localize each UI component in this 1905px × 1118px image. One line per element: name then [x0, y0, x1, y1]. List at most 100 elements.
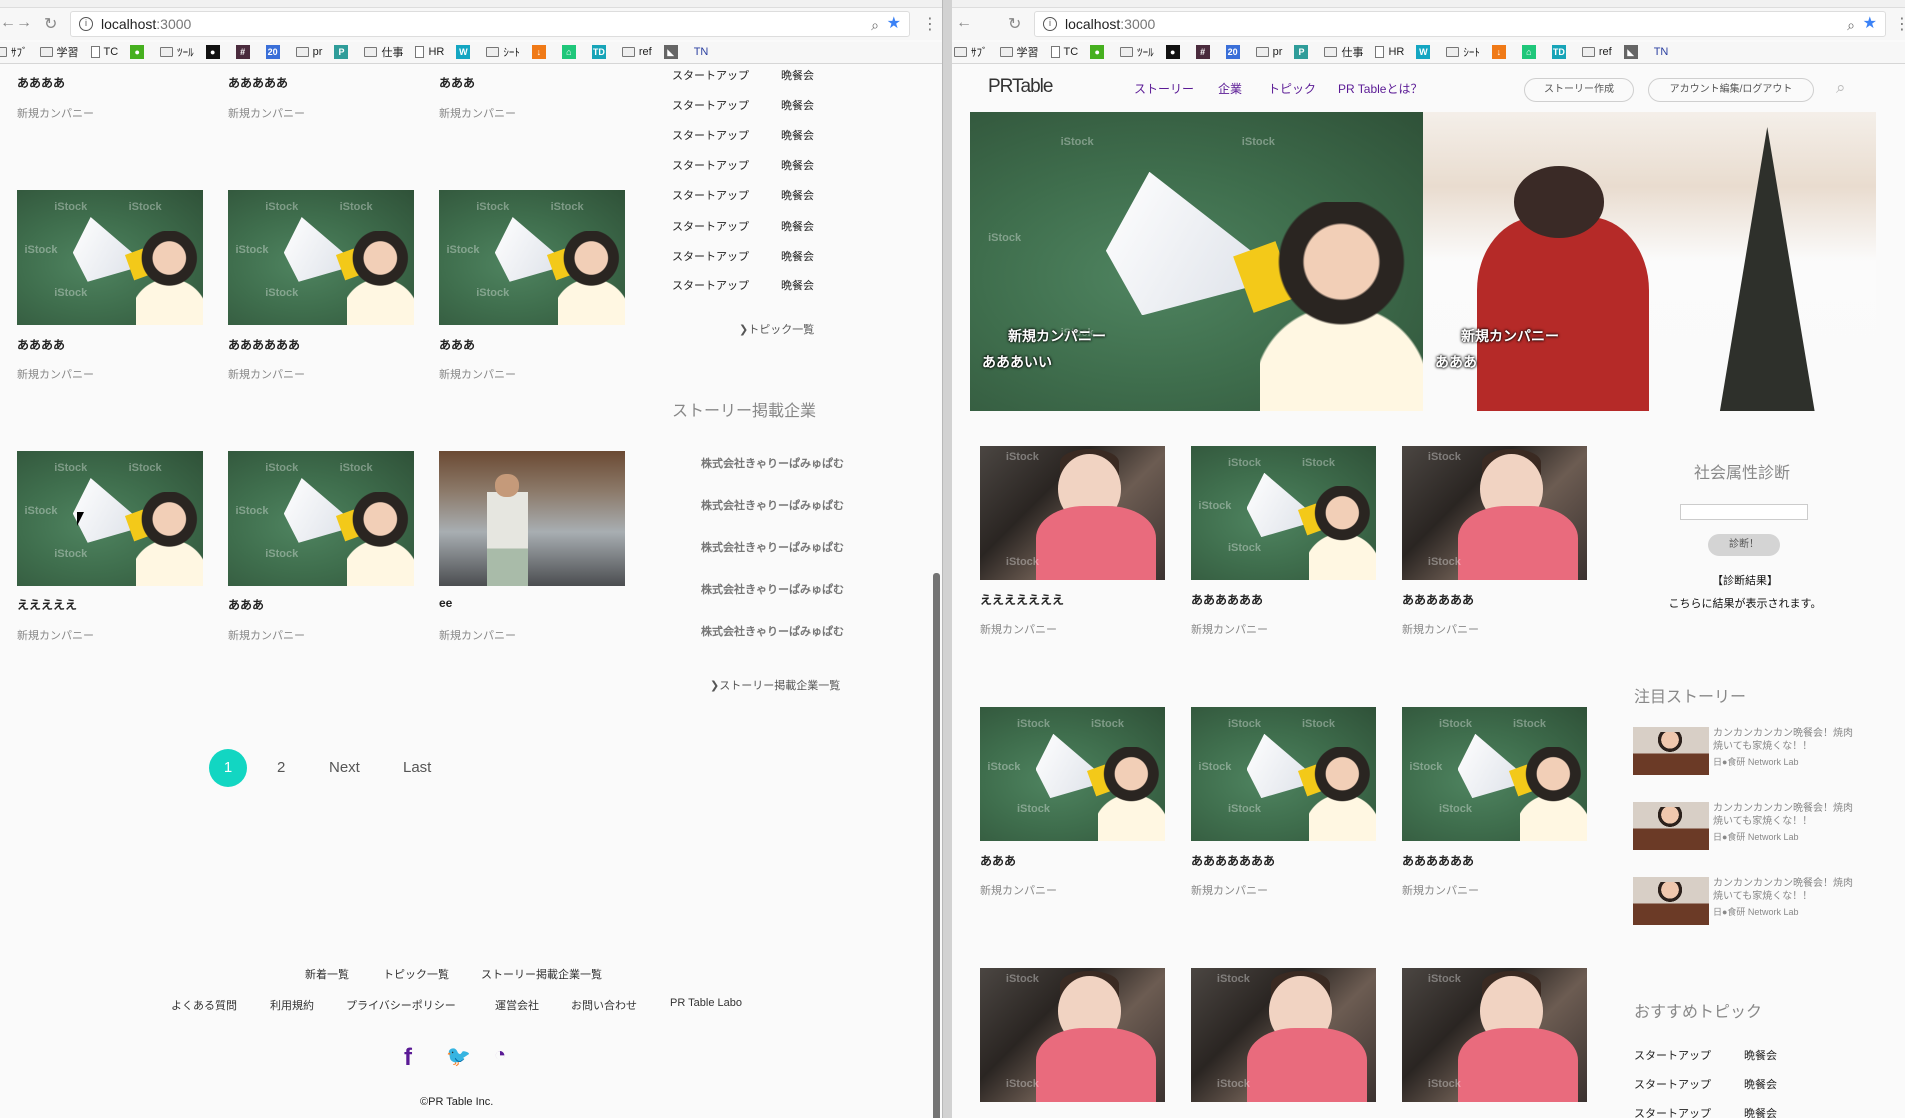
menu-icon[interactable]: ⋮ — [1894, 14, 1905, 34]
story-company[interactable]: 新規カンパニー — [980, 621, 1057, 637]
footer-link[interactable]: トピック一覧 — [383, 966, 449, 982]
story-card-image[interactable]: iStock iStock — [980, 968, 1165, 1102]
topic-tag[interactable]: 晩餐会 — [1744, 1076, 1777, 1092]
topic-tag[interactable]: 晩餐会 — [781, 67, 814, 83]
nav-topics[interactable]: トピック — [1268, 80, 1316, 97]
topic-tag[interactable]: 晩餐会 — [1744, 1047, 1777, 1063]
bookmark-item[interactable]: ⌂ — [1521, 42, 1540, 62]
topic-tag[interactable]: スタートアップ — [672, 157, 749, 173]
story-company[interactable]: 新規カンパニー — [1191, 621, 1268, 637]
story-thumb[interactable] — [1633, 802, 1709, 850]
story-company[interactable]: 新規カンパニー — [1191, 882, 1268, 898]
story-title[interactable]: あああああああ — [1191, 852, 1275, 869]
topic-tag[interactable]: スタートアップ — [672, 277, 749, 293]
topic-tag[interactable]: スタートアップ — [672, 248, 749, 264]
story-image-santa[interactable] — [1423, 112, 1876, 411]
bookmark-item[interactable]: P — [334, 42, 352, 62]
zoom-icon[interactable]: ⌕ — [1847, 13, 1855, 37]
companies-list-link[interactable]: ❯ストーリー掲載企業一覧 — [710, 677, 840, 693]
bookmark-item[interactable]: ● — [1090, 42, 1108, 62]
bookmark-star-icon[interactable]: ★ — [1863, 12, 1877, 36]
story-image-megaphone[interactable]: iStock iStock iStock iStock — [1191, 707, 1376, 841]
bookmark-item[interactable]: ｻﾌﾞ — [0, 42, 28, 62]
address-bar[interactable]: i localhost:3000 ⌕ ★ — [1034, 11, 1886, 37]
footer-link[interactable]: 利用規約 — [270, 997, 314, 1013]
reload-icon[interactable]: ↻ — [1008, 14, 1021, 34]
story-image-baby[interactable]: iStock iStock — [980, 968, 1165, 1102]
rss-icon[interactable]: ◔ — [494, 1044, 506, 1067]
story-card-image[interactable]: iStock iStock iStock iStock — [439, 190, 625, 325]
story-company[interactable]: 新規カンパニー — [439, 366, 516, 382]
bookmark-item[interactable]: HR — [1375, 42, 1404, 62]
story-title[interactable]: えええええええ — [980, 591, 1064, 608]
nav-about[interactable]: PR Tableとは？ — [1338, 80, 1422, 97]
topic-tag[interactable]: 晩餐会 — [781, 157, 814, 173]
topic-tag[interactable]: 晩餐会 — [781, 97, 814, 113]
bookmark-item[interactable]: ◣ — [663, 42, 682, 62]
footer-link[interactable]: お問い合わせ — [571, 997, 637, 1013]
story-image-baby[interactable]: iStock iStock — [1402, 446, 1587, 580]
story-company[interactable]: 新規カンパニー — [980, 882, 1057, 898]
bookmark-item[interactable]: 仕事 — [1324, 42, 1363, 62]
story-image-megaphone[interactable]: iStock iStock iStock iStock — [439, 190, 625, 325]
facebook-icon[interactable]: f — [404, 1044, 412, 1072]
story-card-image[interactable]: iStock iStock iStock iStock — [228, 451, 414, 586]
bookmark-item[interactable]: TC — [90, 42, 118, 62]
topic-tag[interactable]: スタートアップ — [672, 218, 749, 234]
story-card-image[interactable]: iStock iStock iStock iStock — [17, 190, 203, 325]
story-image-baby[interactable]: iStock iStock — [1191, 968, 1376, 1102]
story-image-megaphone[interactable]: iStock iStock iStock iStock — [980, 707, 1165, 841]
back-icon[interactable]: ← — [956, 14, 972, 32]
story-company[interactable]: 新規カンパニー — [228, 366, 305, 382]
story-company[interactable]: 新規カンパニー — [1402, 882, 1479, 898]
info-icon[interactable]: i — [79, 17, 93, 31]
story-title[interactable]: えええええ — [17, 596, 77, 613]
reload-icon[interactable]: ↻ — [44, 14, 57, 34]
bookmark-item[interactable]: TD — [1551, 42, 1570, 62]
bookmark-item[interactable]: ｻﾌﾞ — [954, 42, 988, 62]
topic-tag[interactable]: 晩餐会 — [781, 218, 814, 234]
story-card-image[interactable]: iStock iStock — [1402, 446, 1587, 580]
story-image-megaphone[interactable]: iStock iStock iStock iStock — [1402, 707, 1587, 841]
story-company[interactable]: 新規カンパニー — [439, 105, 516, 121]
bookmark-item[interactable]: ● — [1165, 42, 1184, 62]
bookmark-item[interactable]: HR — [415, 42, 444, 62]
topic-tag[interactable]: スタートアップ — [1634, 1105, 1711, 1118]
footer-link[interactable]: よくある質問 — [171, 997, 237, 1013]
story-thumb[interactable] — [1633, 727, 1709, 775]
story-title[interactable]: あああ — [980, 852, 1016, 869]
bookmark-item[interactable]: # — [235, 42, 254, 62]
story-card-image[interactable]: iStock iStock — [980, 446, 1165, 580]
hero-slide[interactable]: iStock iStock iStock iStock 新規カンパニー あああいい — [970, 112, 1423, 411]
story-company[interactable]: 新規カンパニー — [17, 105, 94, 121]
story-company[interactable]: 新規カンパニー — [1402, 621, 1479, 637]
menu-icon[interactable]: ⋮ — [922, 14, 938, 34]
story-image-megaphone[interactable]: iStock iStock iStock iStock — [17, 451, 203, 586]
topic-tag[interactable]: スタートアップ — [672, 127, 749, 143]
topic-tag[interactable]: スタートアップ — [672, 97, 749, 113]
forward-icon[interactable]: → — [16, 14, 32, 32]
story-card-image[interactable]: iStock iStock iStock iStock — [1191, 707, 1376, 841]
bookmark-item[interactable]: ﾂｰﾙ — [160, 42, 194, 62]
nav-story[interactable]: ストーリー — [1134, 80, 1194, 97]
bookmark-item[interactable]: TC — [1050, 42, 1078, 62]
bookmark-item[interactable]: ｼｰﾄ — [1446, 42, 1480, 62]
last-page-link[interactable]: Last — [403, 759, 431, 776]
bookmark-item[interactable]: ● — [205, 42, 224, 62]
next-page-link[interactable]: Next — [329, 759, 360, 776]
company-link[interactable]: 株式会社きゃりーぱみゅぱむ — [701, 623, 844, 639]
search-icon[interactable]: ⌕ — [1836, 78, 1846, 98]
create-story-button[interactable]: ストーリー作成 — [1524, 78, 1634, 102]
story-card-image[interactable]: iStock iStock iStock iStock — [1402, 707, 1587, 841]
bookmark-item[interactable]: ◣ — [1623, 42, 1642, 62]
featured-title[interactable]: カンカンカンカン晩餐会！焼肉焼いても家焼くな！！ — [1713, 802, 1853, 828]
bookmark-item[interactable]: TN — [1654, 42, 1669, 62]
story-title[interactable]: ee — [439, 596, 452, 610]
nav-companies[interactable]: 企業 — [1218, 80, 1242, 97]
bookmark-item[interactable]: 20 — [265, 42, 284, 62]
bookmark-item[interactable]: ↓ — [531, 42, 550, 62]
story-card-image[interactable]: iStock iStock — [1191, 968, 1376, 1102]
story-image-megaphone[interactable]: iStock iStock iStock iStock — [1191, 446, 1376, 580]
footer-link[interactable]: PR Table Labo — [670, 997, 742, 1009]
info-icon[interactable]: i — [1043, 17, 1057, 31]
